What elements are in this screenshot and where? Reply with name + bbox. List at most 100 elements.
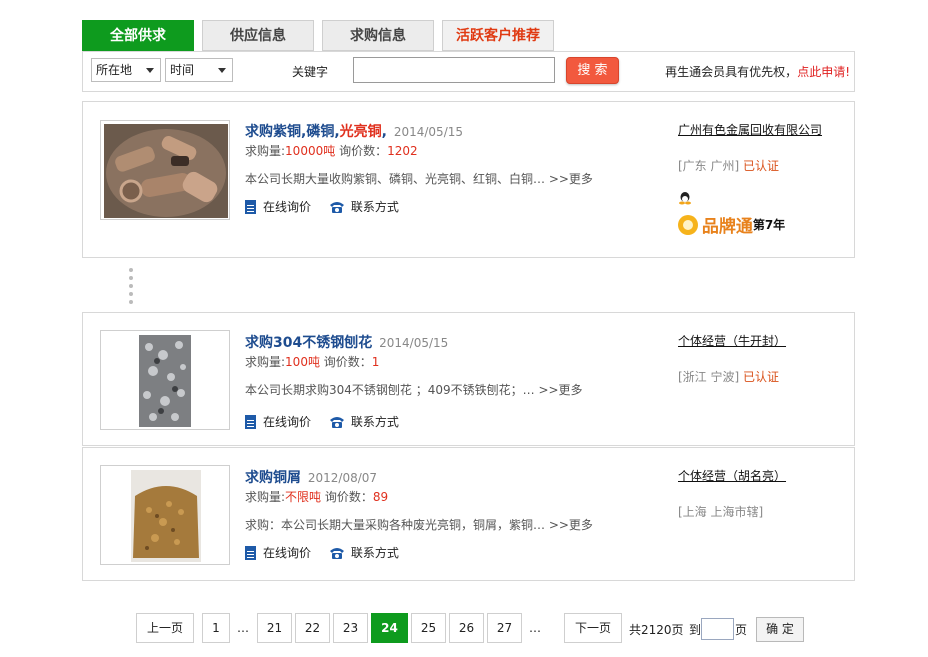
phone-icon — [329, 546, 345, 560]
listing-meta: 求购量:100吨 询价数：1 — [245, 353, 379, 370]
location-text: [浙江 宁波] — [678, 370, 740, 384]
company-location: [浙江 宁波] 已认证 — [678, 368, 779, 385]
title-highlight: 光亮铜 — [339, 124, 382, 140]
location-text: [上海 上海市辖] — [678, 505, 764, 519]
inquiry-label: 询价数： — [323, 355, 372, 369]
page-button[interactable]: 26 — [449, 613, 484, 643]
document-icon — [245, 414, 256, 429]
page-button[interactable]: 23 — [333, 613, 368, 643]
listing-date: 2012/08/07 — [307, 471, 378, 485]
goto-label: 到 — [689, 623, 702, 637]
page-unit-label: 页 — [735, 623, 748, 637]
gold-medal-icon — [678, 214, 698, 235]
pagination-ellipsis: … — [529, 621, 541, 635]
title-part: 求购304不锈钢刨花 — [245, 335, 373, 351]
listing-thumbnail[interactable] — [100, 465, 230, 565]
contact-link[interactable]: 联系方式 — [351, 198, 399, 215]
total-pages: 共2120页 — [629, 623, 684, 637]
qty-value: 10000吨 — [285, 144, 336, 158]
phone-icon — [329, 415, 345, 429]
qty-label: 求购量: — [245, 490, 286, 504]
page-button[interactable]: 27 — [487, 613, 522, 643]
inquiry-value: 1 — [371, 355, 380, 369]
brand-years: 第7年 — [752, 218, 786, 232]
search-bar: 所在地 时间 关键字 搜 索 再生通会员具有优先权，点此申请! — [82, 51, 855, 92]
document-icon — [245, 545, 256, 560]
contact-link[interactable]: 联系方式 — [351, 544, 399, 561]
qty-value: 100吨 — [285, 355, 320, 369]
listing-actions: 在线询价 联系方式 — [245, 544, 399, 561]
listing-actions: 在线询价 联系方式 — [245, 413, 399, 430]
qty-label: 求购量: — [245, 355, 286, 369]
brand-badge: 品牌通第7年 — [678, 212, 786, 237]
certified-badge: 已认证 — [743, 159, 780, 173]
chevron-down-icon — [218, 68, 226, 73]
listing-thumbnail[interactable] — [100, 120, 230, 220]
certified-badge: 已认证 — [743, 370, 780, 384]
inquiry-value: 1202 — [387, 144, 418, 158]
page-button[interactable]: 1 — [202, 613, 230, 643]
chevron-down-icon — [146, 68, 154, 73]
pagination-ellipsis: … — [237, 621, 249, 635]
listing-meta: 求购量:10000吨 询价数：1202 — [245, 142, 418, 159]
prev-page-button[interactable]: 上一页 — [136, 613, 194, 643]
brand-name: 品牌通 — [701, 217, 753, 237]
online-inquiry-link[interactable]: 在线询价 — [263, 198, 311, 215]
tab-active-customers[interactable]: 活跃客户推荐 — [442, 20, 554, 51]
page-button[interactable]: 21 — [257, 613, 292, 643]
location-select[interactable]: 所在地 — [91, 58, 161, 82]
tab-purchase[interactable]: 求购信息 — [322, 20, 434, 51]
contact-link[interactable]: 联系方式 — [351, 413, 399, 430]
location-select-value: 所在地 — [96, 63, 133, 77]
listing-card: 求购紫铜,磷铜,光亮铜, 2014/05/15 求购量:10000吨 询价数：1… — [82, 101, 855, 258]
document-icon — [245, 199, 256, 214]
company-link[interactable]: 个体经营（牛开封） — [678, 332, 786, 349]
phone-icon — [329, 200, 345, 214]
inquiry-value: 89 — [372, 490, 389, 504]
company-link[interactable]: 个体经营（胡名亮） — [678, 467, 786, 484]
listing-description[interactable]: 求购：本公司长期大量采购各种废光亮铜，铜屑，紫铜… >>更多 — [245, 516, 593, 533]
listing-card: 求购304不锈钢刨花 2014/05/15 求购量:100吨 询价数：1 本公司… — [82, 312, 855, 446]
tab-supply[interactable]: 供应信息 — [202, 20, 314, 51]
online-inquiry-link[interactable]: 在线询价 — [263, 544, 311, 561]
listing-meta: 求购量:不限吨 询价数：89 — [245, 488, 388, 505]
time-select[interactable]: 时间 — [165, 58, 233, 82]
apply-link[interactable]: 点此申请! — [797, 65, 850, 79]
promo-text: 再生通会员具有优先权， — [665, 65, 798, 79]
inquiry-label: 询价数： — [324, 490, 373, 504]
listing-date: 2014/05/15 — [379, 336, 449, 350]
time-select-value: 时间 — [170, 63, 195, 77]
title-part: 求购紫铜,磷铜, — [245, 124, 340, 140]
title-part: 求购铜屑 — [245, 470, 301, 486]
company-link[interactable]: 广州有色金属回收有限公司 — [678, 121, 822, 138]
qty-value: 不限吨 — [285, 490, 322, 504]
listing-title[interactable]: 求购铜屑 2012/08/07 — [245, 467, 377, 487]
qty-label: 求购量: — [245, 144, 286, 158]
page-button[interactable]: 22 — [295, 613, 330, 643]
next-page-button[interactable]: 下一页 — [564, 613, 622, 643]
keyword-label: 关键字 — [292, 65, 329, 79]
tab-all[interactable]: 全部供求 — [82, 20, 194, 51]
listing-actions: 在线询价 联系方式 — [245, 198, 399, 215]
company-location: [上海 上海市辖] — [678, 503, 763, 520]
search-button[interactable]: 搜 索 — [566, 57, 619, 84]
inquiry-label: 询价数： — [339, 144, 388, 158]
listing-date: 2014/05/15 — [393, 125, 464, 139]
divider-dots — [129, 268, 133, 308]
goto-confirm-button[interactable]: 确 定 — [756, 617, 804, 642]
keyword-input[interactable] — [353, 57, 555, 83]
listing-thumbnail[interactable] — [100, 330, 230, 430]
listing-title[interactable]: 求购304不锈钢刨花 2014/05/15 — [245, 332, 448, 352]
current-page-button[interactable]: 24 — [371, 613, 408, 643]
qq-icon[interactable] — [678, 191, 692, 208]
listing-description[interactable]: 本公司长期求购304不锈钢刨花 ；409不锈铁刨花；… >>更多 — [245, 381, 583, 398]
company-location: [广东 广州] 已认证 — [678, 157, 779, 174]
listing-title[interactable]: 求购紫铜,磷铜,光亮铜, 2014/05/15 — [245, 121, 463, 141]
online-inquiry-link[interactable]: 在线询价 — [263, 413, 311, 430]
listing-description[interactable]: 本公司长期大量收购紫铜、磷铜、光亮铜、红铜、白铜… >>更多 — [245, 170, 593, 187]
page-button[interactable]: 25 — [411, 613, 446, 643]
goto-page-input[interactable] — [701, 618, 734, 640]
location-text: [广东 广州] — [678, 159, 740, 173]
listing-card: 求购铜屑 2012/08/07 求购量:不限吨 询价数：89 求购：本公司长期大… — [82, 447, 855, 581]
title-part: , — [381, 124, 387, 140]
